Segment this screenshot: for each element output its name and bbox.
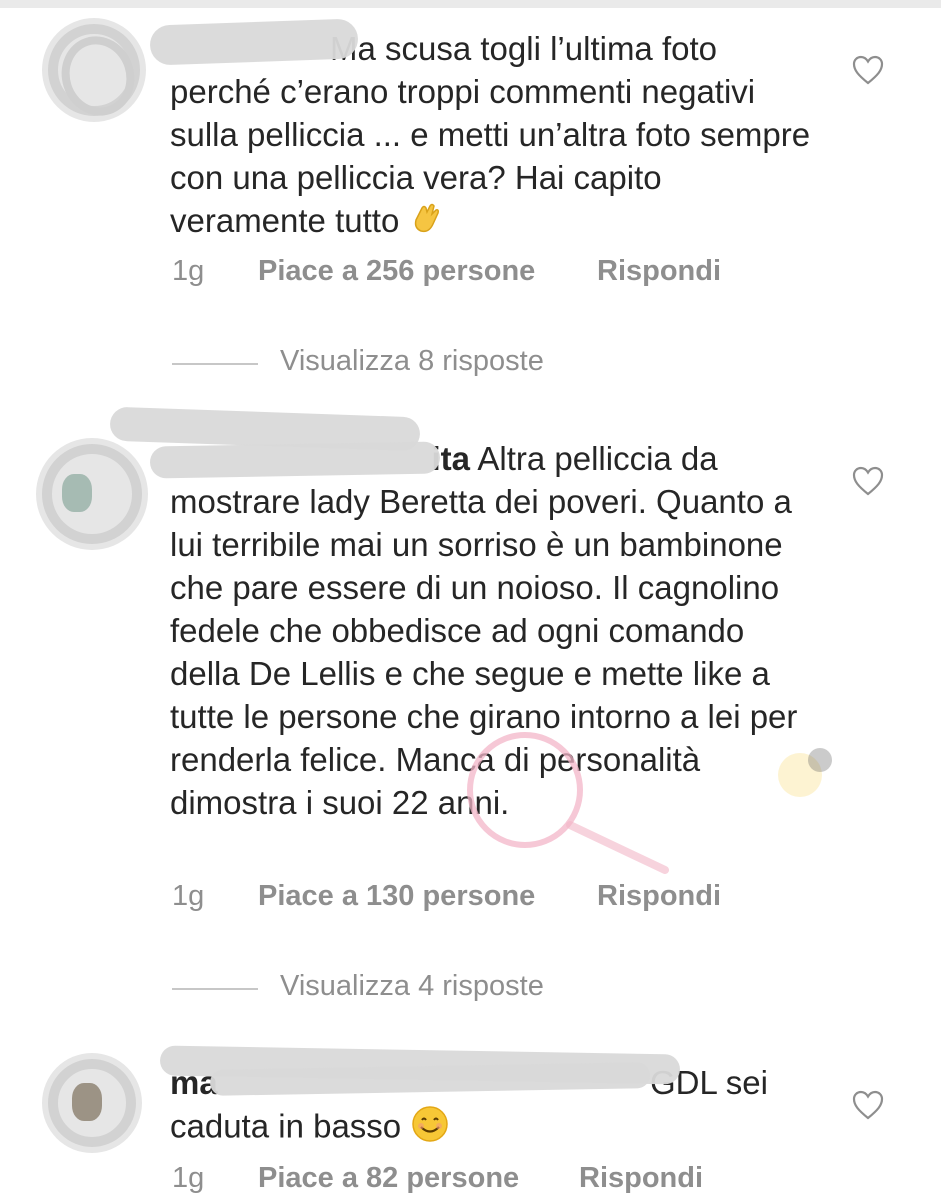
likes-count[interactable]: Piace a 256 persone [258,255,535,288]
heart-outline-icon[interactable] [852,1090,884,1120]
avatar[interactable] [42,1053,142,1153]
top-divider [0,0,941,8]
timestamp: 1g [172,880,205,912]
reply-button[interactable]: Rispondi [579,1162,703,1195]
view-replies-label[interactable]: Visualizza 8 risposte [280,345,544,378]
avatar[interactable] [42,18,146,122]
reply-button[interactable]: Rispondi [597,255,721,288]
redaction-scribble [48,1059,136,1147]
heart-outline-icon[interactable] [852,466,884,496]
avatar[interactable] [36,438,148,550]
reply-button[interactable]: Rispondi [597,880,721,913]
username-redaction [149,18,359,66]
comment-text: Altra pelliccia da mostrare lady Beretta… [170,440,798,821]
smiling-face-icon [410,1104,450,1154]
likes-count[interactable]: Piace a 130 persone [258,880,535,913]
likes-count[interactable]: Piace a 82 persone [258,1162,519,1195]
replies-divider [172,363,258,365]
heart-outline-icon[interactable] [852,55,884,85]
replies-divider [172,988,258,990]
timestamp: 1g [172,1162,205,1194]
username-redaction [149,441,441,479]
comment-body: ita Altra pelliccia da mostrare lady Ber… [170,437,820,824]
clapping-hands-icon [408,200,444,246]
redaction-scribble [42,444,142,544]
timestamp: 1g [172,255,205,287]
view-replies-label[interactable]: Visualizza 4 risposte [280,970,544,1003]
